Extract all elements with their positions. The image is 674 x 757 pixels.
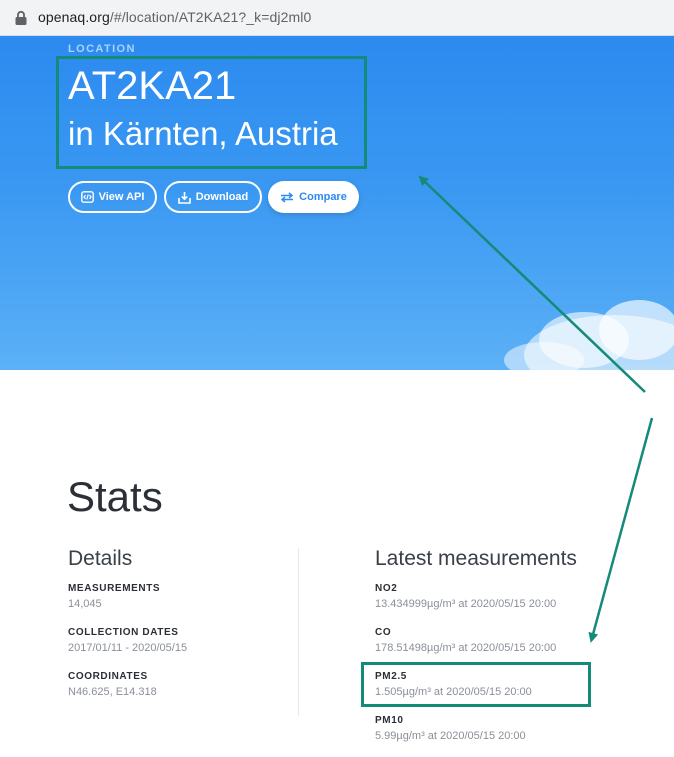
cloud-decoration bbox=[504, 300, 674, 370]
coordinates-label: COORDINATES bbox=[68, 671, 148, 682]
code-icon bbox=[80, 191, 94, 203]
compare-button[interactable]: Compare bbox=[268, 181, 359, 213]
compare-arrows-icon bbox=[280, 191, 294, 203]
collection-dates-value: 2017/01/11 - 2020/05/15 bbox=[68, 642, 188, 654]
co-value: 178.51498µg/m³ at 2020/05/15 20:00 bbox=[375, 642, 557, 654]
measurements-label: MEASUREMENTS bbox=[68, 583, 161, 594]
pm25-value: 1.505µg/m³ at 2020/05/15 20:00 bbox=[375, 686, 532, 698]
location-hero: LOCATION AT2KA21 in Kärnten, Austria Vie… bbox=[0, 36, 674, 370]
measurements-value: 14,045 bbox=[68, 598, 102, 610]
co-label: CO bbox=[375, 627, 392, 638]
pm10-value: 5.99µg/m³ at 2020/05/15 20:00 bbox=[375, 730, 526, 742]
latest-measurements-heading: Latest measurements bbox=[375, 547, 577, 570]
no2-value: 13.434999µg/m³ at 2020/05/15 20:00 bbox=[375, 598, 557, 610]
coordinates-value: N46.625, E14.318 bbox=[68, 686, 157, 698]
pm25-label: PM2.5 bbox=[375, 671, 407, 682]
browser-address-bar[interactable]: openaq.org/#/location/AT2KA21?_k=dj2ml0 bbox=[0, 0, 674, 36]
compare-label: Compare bbox=[299, 191, 347, 203]
view-api-label: View API bbox=[98, 191, 145, 203]
arrow-to-pm25 bbox=[588, 417, 654, 643]
pm10-label: PM10 bbox=[375, 715, 404, 726]
stats-heading: Stats bbox=[67, 473, 163, 520]
pm25-highlight-box bbox=[361, 662, 591, 707]
view-api-button[interactable]: View API bbox=[68, 181, 157, 213]
location-subtitle: in Kärnten, Austria bbox=[68, 115, 338, 152]
no2-label: NO2 bbox=[375, 583, 398, 594]
details-heading: Details bbox=[68, 547, 133, 570]
location-eyebrow: LOCATION bbox=[68, 43, 136, 55]
url-text[interactable]: openaq.org/#/location/AT2KA21?_k=dj2ml0 bbox=[38, 9, 311, 25]
download-icon bbox=[177, 191, 191, 204]
download-label: Download bbox=[195, 191, 249, 203]
collection-dates-label: COLLECTION DATES bbox=[68, 627, 179, 638]
location-title: AT2KA21 bbox=[68, 64, 237, 108]
download-button[interactable]: Download bbox=[164, 181, 262, 213]
lock-icon bbox=[15, 10, 27, 25]
url-host: openaq.org bbox=[38, 9, 110, 25]
column-divider bbox=[298, 548, 299, 716]
url-path: /#/location/AT2KA21?_k=dj2ml0 bbox=[109, 9, 312, 25]
